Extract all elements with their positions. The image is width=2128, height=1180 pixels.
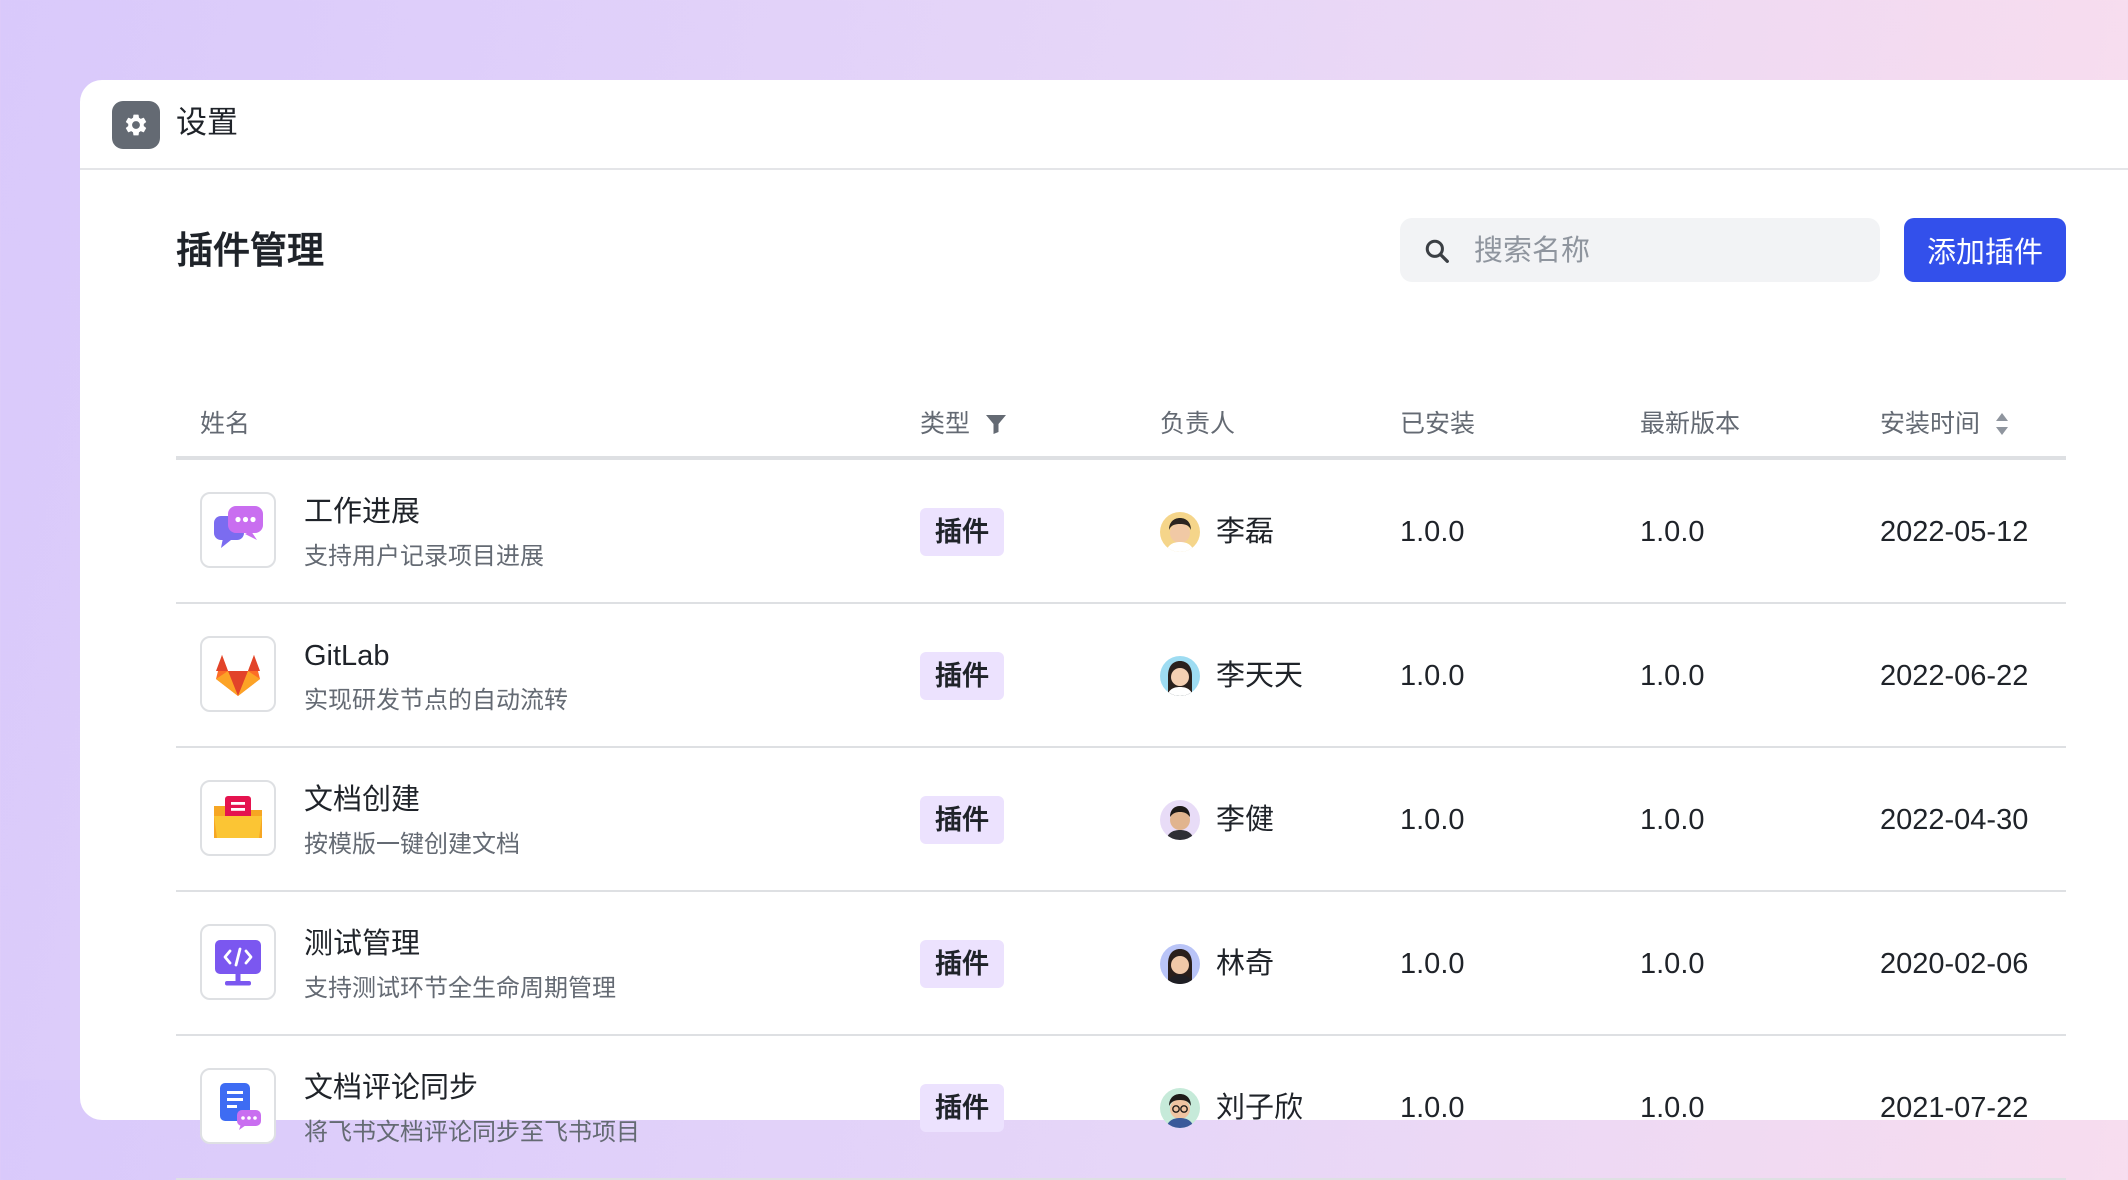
- avatar: [1160, 800, 1200, 840]
- owner-name: 李健: [1216, 804, 1275, 836]
- latest-version: 1.0.0: [1640, 804, 1705, 836]
- installed-version: 1.0.0: [1400, 660, 1465, 692]
- install-time: 2022-05-12: [1880, 516, 2029, 548]
- install-time: 2022-06-22: [1880, 660, 2029, 692]
- type-tag: 插件: [920, 1084, 1004, 1132]
- plugin-table: 姓名 类型 负责人 已安装 最新版本 安装时间 工作进展 支持用户记录项目进展 …: [176, 392, 2066, 1180]
- plugin-description: 支持用户记录项目进展: [304, 543, 544, 570]
- table-row[interactable]: 工作进展 支持用户记录项目进展 插件 李磊 1.0.0 1.0.0 2022-0…: [176, 460, 2066, 604]
- column-header-install-time: 安装时间: [1880, 406, 2010, 442]
- add-plugin-button[interactable]: 添加插件: [1904, 218, 2066, 282]
- table-row[interactable]: 测试管理 支持测试环节全生命周期管理 插件 林奇 1.0.0 1.0.0 202…: [176, 892, 2066, 1036]
- avatar: [1160, 1088, 1200, 1128]
- owner-name: 林奇: [1216, 948, 1275, 980]
- install-time: 2020-02-06: [1880, 948, 2029, 980]
- filter-icon[interactable]: [984, 412, 1008, 436]
- monitor-code-icon: [200, 924, 276, 1000]
- type-tag: 插件: [920, 940, 1004, 988]
- search-icon: [1425, 239, 1449, 263]
- avatar: [1160, 944, 1200, 984]
- latest-version: 1.0.0: [1640, 660, 1705, 692]
- plugin-name: 文档创建: [304, 784, 421, 816]
- plugin-name: 测试管理: [304, 928, 421, 960]
- owner-name: 刘子欣: [1216, 1092, 1304, 1124]
- table-row[interactable]: 文档评论同步 将飞书文档评论同步至飞书项目 插件 刘子欣 1.0.0 1.0.0…: [176, 1036, 2066, 1180]
- latest-version: 1.0.0: [1640, 1092, 1705, 1124]
- table-row[interactable]: GitLab 实现研发节点的自动流转 插件 李天天 1.0.0 1.0.0 20…: [176, 604, 2066, 748]
- plugin-description: 将飞书文档评论同步至飞书项目: [304, 1119, 640, 1146]
- latest-version: 1.0.0: [1640, 516, 1705, 548]
- owner: 刘子欣: [1160, 1084, 1303, 1132]
- gear-icon: [112, 101, 160, 149]
- search-input[interactable]: [1472, 228, 1856, 274]
- installed-version: 1.0.0: [1400, 516, 1465, 548]
- doc-comment-icon: [200, 1068, 276, 1144]
- chat-bubbles-icon: [200, 492, 276, 568]
- install-time: 2022-04-30: [1880, 804, 2029, 836]
- owner-name: 李磊: [1216, 516, 1275, 548]
- sort-icon[interactable]: [1994, 411, 2010, 437]
- column-header-latest: 最新版本: [1640, 410, 1741, 438]
- column-header-installed: 已安装: [1400, 410, 1476, 438]
- owner: 林奇: [1160, 940, 1274, 988]
- table-header: 姓名 类型 负责人 已安装 最新版本 安装时间: [176, 392, 2066, 460]
- installed-version: 1.0.0: [1400, 1092, 1465, 1124]
- type-tag: 插件: [920, 796, 1004, 844]
- plugin-name: 工作进展: [304, 496, 421, 528]
- window-title: 设置: [176, 105, 238, 140]
- avatar: [1160, 512, 1200, 552]
- plugin-description: 按模版一键创建文档: [304, 831, 520, 858]
- table-row[interactable]: 文档创建 按模版一键创建文档 插件 李健 1.0.0 1.0.0 2022-04…: [176, 748, 2066, 892]
- plugin-name: GitLab: [304, 640, 390, 672]
- avatar: [1160, 656, 1200, 696]
- page-title: 插件管理: [176, 230, 324, 271]
- owner-name: 李天天: [1216, 660, 1304, 692]
- plugin-description: 支持测试环节全生命周期管理: [304, 975, 616, 1002]
- gitlab-fox-icon: [200, 636, 276, 712]
- installed-version: 1.0.0: [1400, 948, 1465, 980]
- owner: 李天天: [1160, 652, 1303, 700]
- column-header-owner: 负责人: [1160, 410, 1236, 438]
- latest-version: 1.0.0: [1640, 948, 1705, 980]
- plugin-description: 实现研发节点的自动流转: [304, 687, 568, 714]
- owner: 李健: [1160, 796, 1274, 844]
- owner: 李磊: [1160, 508, 1274, 556]
- search-box[interactable]: [1400, 218, 1880, 282]
- installed-version: 1.0.0: [1400, 804, 1465, 836]
- column-header-type: 类型: [920, 406, 1008, 442]
- install-time: 2021-07-22: [1880, 1092, 2029, 1124]
- type-tag: 插件: [920, 652, 1004, 700]
- title-bar: 设置: [80, 80, 2128, 170]
- type-tag: 插件: [920, 508, 1004, 556]
- column-header-name: 姓名: [200, 410, 251, 438]
- plugin-name: 文档评论同步: [304, 1072, 479, 1104]
- settings-window: 设置 插件管理 添加插件 姓名 类型 负责人 已安装: [80, 80, 2128, 1180]
- folder-document-icon: [200, 780, 276, 856]
